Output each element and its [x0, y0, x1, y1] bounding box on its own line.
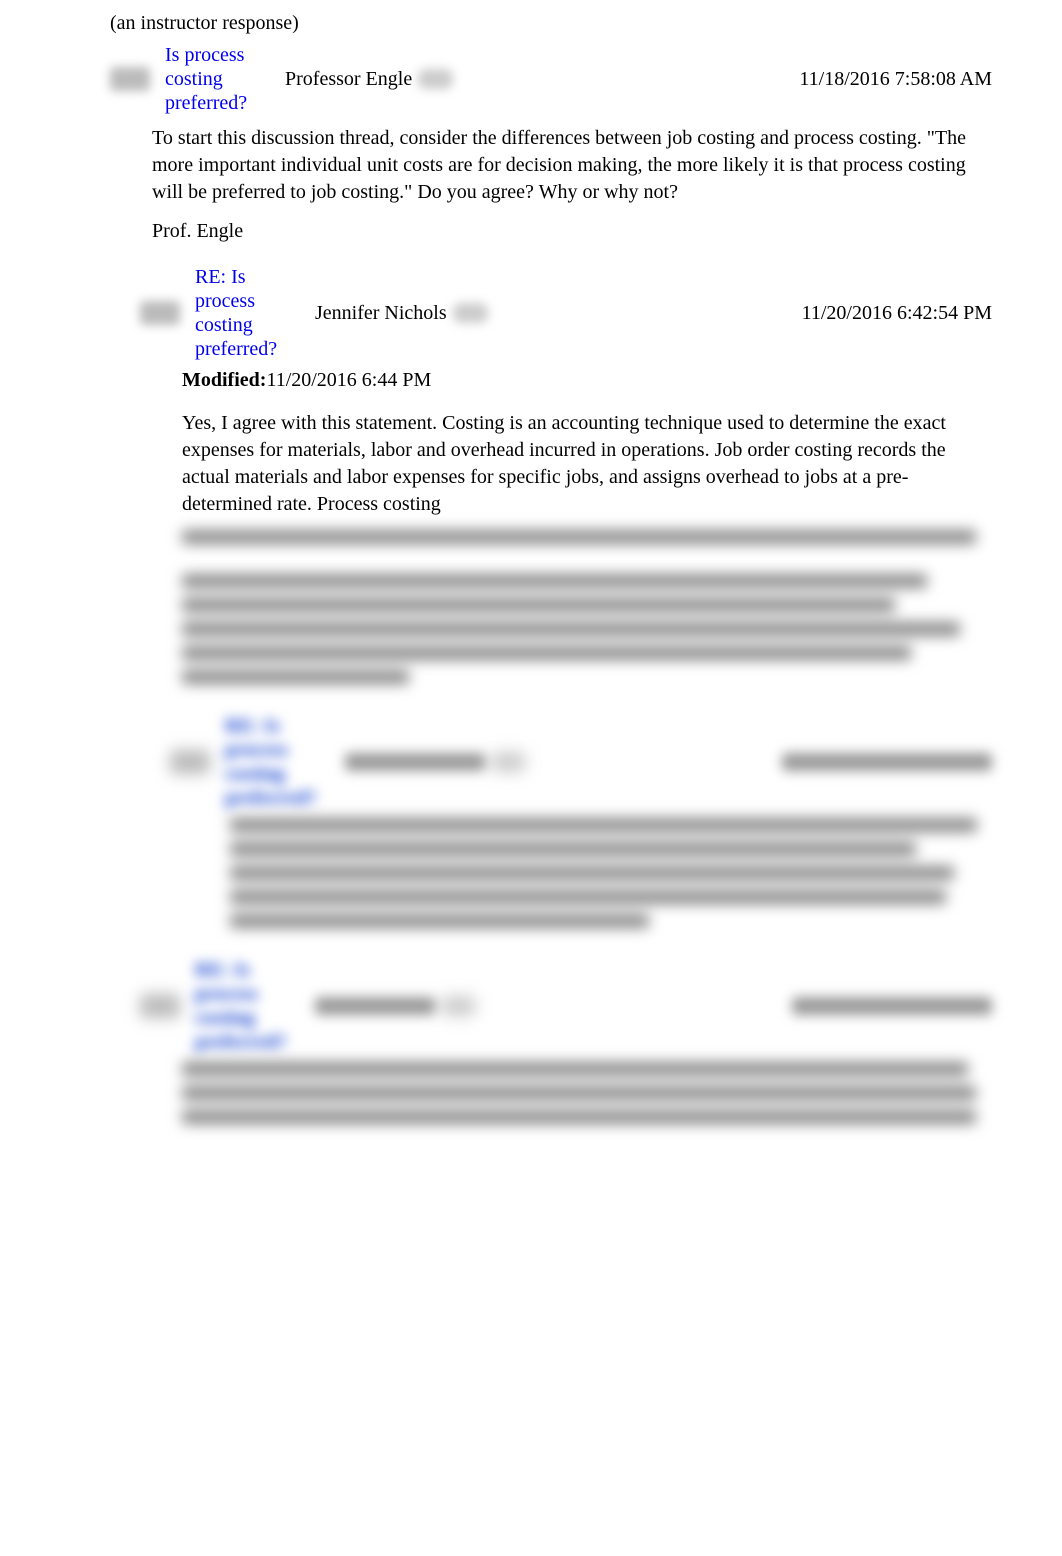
thread-subject-link[interactable]: Is process costing preferred?: [165, 43, 275, 115]
thread-badge-icon: [418, 69, 453, 89]
thread-body: To start this discussion thread, conside…: [152, 125, 992, 245]
modified-time: 11/20/2016 6:44 PM: [266, 369, 431, 391]
reply3-blurred-text: [182, 1062, 992, 1124]
reply3-subject-link[interactable]: RE: Is process costing preferred?: [195, 958, 305, 1054]
modified-label: Modified:: [182, 369, 266, 391]
thread-paragraph-2: Prof. Engle: [152, 218, 992, 245]
reply1-timestamp: 11/20/2016 6:42:54 PM: [782, 302, 992, 325]
reply1-modified: Modified:11/20/2016 6:44 PM: [182, 369, 992, 392]
reply1-badge-icon: [453, 303, 488, 323]
reply3-badge-icon: [441, 996, 476, 1016]
reply-1: RE: Is process costing preferred? Jennif…: [140, 265, 992, 1124]
reply3-status-icon: [140, 994, 180, 1018]
thread-status-icon: [110, 67, 150, 91]
reply3-author: [315, 997, 435, 1015]
thread-timestamp: 11/18/2016 7:58:08 AM: [779, 68, 992, 91]
reply1-blurred-continuation: [182, 530, 992, 544]
reply3-timestamp: [792, 997, 992, 1015]
reply2-body: [230, 818, 992, 928]
reply2-timestamp: [782, 753, 992, 771]
thread-paragraph-1: To start this discussion thread, conside…: [152, 125, 992, 206]
reply1-header: RE: Is process costing preferred? Jennif…: [140, 265, 992, 361]
reply3-header: RE: Is process costing preferred?: [140, 958, 992, 1054]
thread-header: Is process costing preferred? Professor …: [110, 43, 992, 115]
reply2-header: RE: Is process costing preferred?: [170, 714, 992, 810]
reply2-subject-link[interactable]: RE: Is process costing preferred?: [225, 714, 335, 810]
instructor-note: (an instructor response): [110, 12, 992, 35]
reply2-status-icon: [170, 750, 210, 774]
reply1-status-icon: [140, 301, 180, 325]
reply2-blurred-text: [230, 818, 992, 928]
reply1-subject-link[interactable]: RE: Is process costing preferred?: [195, 265, 305, 361]
reply-3: RE: Is process costing preferred?: [140, 958, 992, 1124]
reply-2: RE: Is process costing preferred?: [170, 714, 992, 928]
reply2-author: [345, 753, 485, 771]
thread-author: Professor Engle: [285, 68, 412, 91]
reply2-badge-icon: [491, 752, 526, 772]
reply1-blurred-paragraph-2: [182, 574, 992, 684]
reply1-body: Yes, I agree with this statement. Costin…: [182, 410, 992, 684]
reply3-body: [182, 1062, 992, 1124]
reply1-author: Jennifer Nichols: [315, 302, 447, 325]
reply1-paragraph-1: Yes, I agree with this statement. Costin…: [182, 410, 992, 518]
